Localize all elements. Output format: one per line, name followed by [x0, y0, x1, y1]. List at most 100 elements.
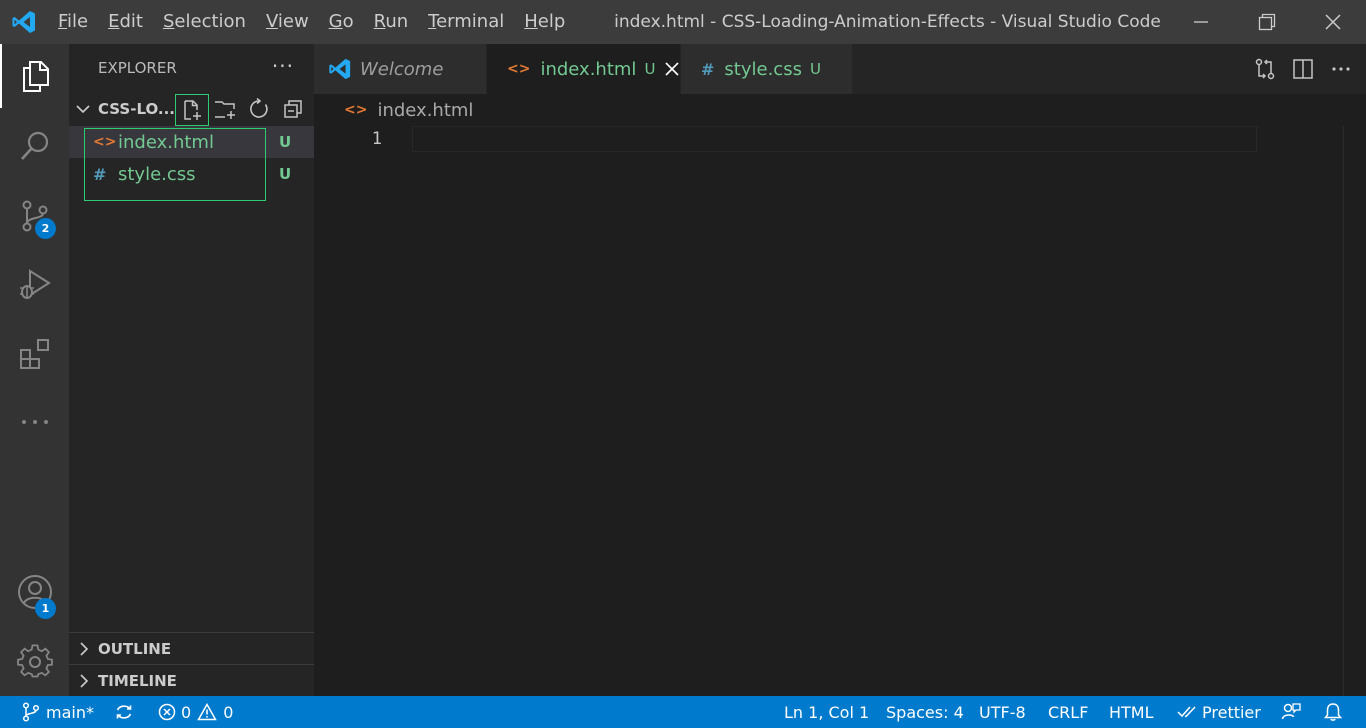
menu-help[interactable]: Help	[514, 0, 575, 44]
tab-label: style.css	[724, 58, 802, 80]
activity-extensions[interactable]	[0, 322, 69, 386]
indentation[interactable]: Spaces: 4	[886, 696, 964, 728]
menu-bar: File Edit Selection View Go Run Terminal…	[48, 0, 575, 44]
tab-style-css[interactable]: # style.css U	[681, 44, 852, 94]
title-bar: File Edit Selection View Go Run Terminal…	[0, 0, 1366, 44]
outline-panel-header[interactable]: OUTLINE	[69, 632, 314, 664]
tab-label: index.html	[540, 58, 637, 80]
new-folder-button[interactable]	[212, 97, 238, 121]
file-item-index-html[interactable]: <> index.html U	[69, 126, 314, 158]
restore-button[interactable]	[1234, 0, 1300, 44]
language-mode[interactable]: HTML	[1109, 696, 1154, 728]
file-item-style-css[interactable]: # style.css U	[69, 158, 314, 190]
menu-view[interactable]: View	[256, 0, 319, 44]
explorer-title: EXPLORER	[98, 59, 177, 77]
sync-button[interactable]	[114, 696, 134, 728]
problems-indicator[interactable]: 0 0	[158, 696, 233, 728]
activity-explorer[interactable]	[0, 44, 69, 108]
breadcrumb[interactable]: <> index.html	[314, 94, 473, 126]
minimize-icon	[1194, 21, 1208, 23]
sync-icon	[116, 705, 132, 719]
extensions-icon	[19, 339, 49, 369]
editor-scrollbar[interactable]	[1343, 126, 1344, 696]
status-bar: main* 0 0 Ln 1, Col 1 Spaces: 4 UTF-8 CR…	[0, 696, 1366, 728]
cursor-position[interactable]: Ln 1, Col 1	[784, 696, 869, 728]
git-status-untracked: U	[279, 165, 292, 183]
file-name: index.html	[118, 131, 214, 153]
breadcrumb-file[interactable]: index.html	[377, 100, 473, 121]
activity-search[interactable]	[0, 114, 69, 178]
explorer-more-actions[interactable]: ···	[272, 54, 294, 78]
vscode-logo-icon	[0, 0, 48, 44]
activity-source-control[interactable]: 2	[0, 184, 69, 248]
more-icon	[1332, 67, 1350, 71]
menu-go[interactable]: Go	[319, 0, 364, 44]
compare-changes-icon	[1255, 58, 1275, 80]
prettier-status[interactable]: Prettier	[1177, 696, 1261, 728]
feedback-button[interactable]	[1281, 696, 1301, 728]
html-file-icon: <>	[344, 102, 368, 118]
split-editor-button[interactable]	[1284, 44, 1322, 94]
feedback-icon	[1281, 703, 1301, 720]
tab-label: Welcome	[360, 58, 444, 80]
menu-run[interactable]: Run	[364, 0, 419, 44]
menu-edit[interactable]: Edit	[98, 0, 153, 44]
activity-more[interactable]	[0, 390, 69, 454]
activity-accounts[interactable]: 1	[0, 560, 69, 624]
warning-count: 0	[223, 702, 234, 722]
html-file-icon: <>	[507, 61, 531, 77]
explorer-icon	[22, 61, 49, 92]
menu-terminal[interactable]: Terminal	[418, 0, 514, 44]
close-icon	[1325, 14, 1341, 30]
menu-file[interactable]: File	[48, 0, 98, 44]
vscode-logo-icon	[329, 58, 351, 80]
folder-header[interactable]: CSS-LO...	[69, 92, 314, 126]
more-icon	[21, 420, 48, 424]
git-status-untracked: U	[279, 133, 292, 151]
tab-welcome[interactable]: Welcome	[314, 44, 486, 94]
gear-icon	[16, 644, 53, 678]
new-file-button[interactable]	[175, 94, 209, 126]
refresh-icon	[250, 98, 268, 118]
git-branch-icon	[22, 702, 40, 722]
close-window-button[interactable]	[1300, 0, 1366, 44]
warning-icon	[197, 703, 217, 721]
file-name: style.css	[118, 163, 196, 185]
bell-icon	[1324, 703, 1342, 721]
source-control-badge: 2	[35, 218, 56, 239]
editor-tab-bar: Welcome <> index.html U # style.css U	[314, 44, 1366, 94]
new-file-icon	[184, 100, 201, 120]
notifications-button[interactable]	[1324, 696, 1342, 728]
collapse-all-button[interactable]	[280, 97, 306, 121]
search-icon	[20, 131, 48, 160]
timeline-panel-header[interactable]: TIMELINE	[69, 664, 314, 696]
tab-close-button[interactable]	[665, 62, 679, 76]
branch-indicator[interactable]: main*	[22, 696, 94, 728]
menu-selection[interactable]: Selection	[153, 0, 256, 44]
current-line-highlight[interactable]	[412, 126, 1257, 152]
refresh-button[interactable]	[246, 97, 272, 121]
activity-bar: 2 1	[0, 44, 69, 696]
accounts-badge: 1	[35, 598, 56, 619]
end-of-line[interactable]: CRLF	[1048, 696, 1088, 728]
activity-run-debug[interactable]	[0, 252, 69, 316]
code-editor[interactable]: 1	[314, 126, 1366, 696]
open-changes-button[interactable]	[1246, 44, 1284, 94]
chevron-right-icon	[80, 642, 89, 656]
explorer-header: EXPLORER ···	[69, 44, 314, 92]
more-actions-button[interactable]	[1322, 44, 1360, 94]
explorer-sidebar: EXPLORER ··· CSS-LO... <> index.html U #…	[69, 44, 314, 696]
new-folder-icon	[215, 101, 235, 119]
chevron-right-icon	[80, 674, 89, 688]
tab-git-status: U	[809, 60, 821, 78]
chevron-down-icon	[76, 105, 90, 114]
outline-title: OUTLINE	[98, 639, 172, 658]
encoding[interactable]: UTF-8	[979, 696, 1026, 728]
window-title: index.html - CSS-Loading-Animation-Effec…	[614, 12, 1161, 32]
run-debug-icon	[19, 269, 51, 299]
tab-index-html[interactable]: <> index.html U	[487, 44, 680, 94]
activity-manage[interactable]	[0, 630, 69, 694]
minimize-button[interactable]	[1168, 0, 1234, 44]
html-file-icon: <>	[93, 134, 117, 150]
editor-actions	[1246, 44, 1366, 94]
